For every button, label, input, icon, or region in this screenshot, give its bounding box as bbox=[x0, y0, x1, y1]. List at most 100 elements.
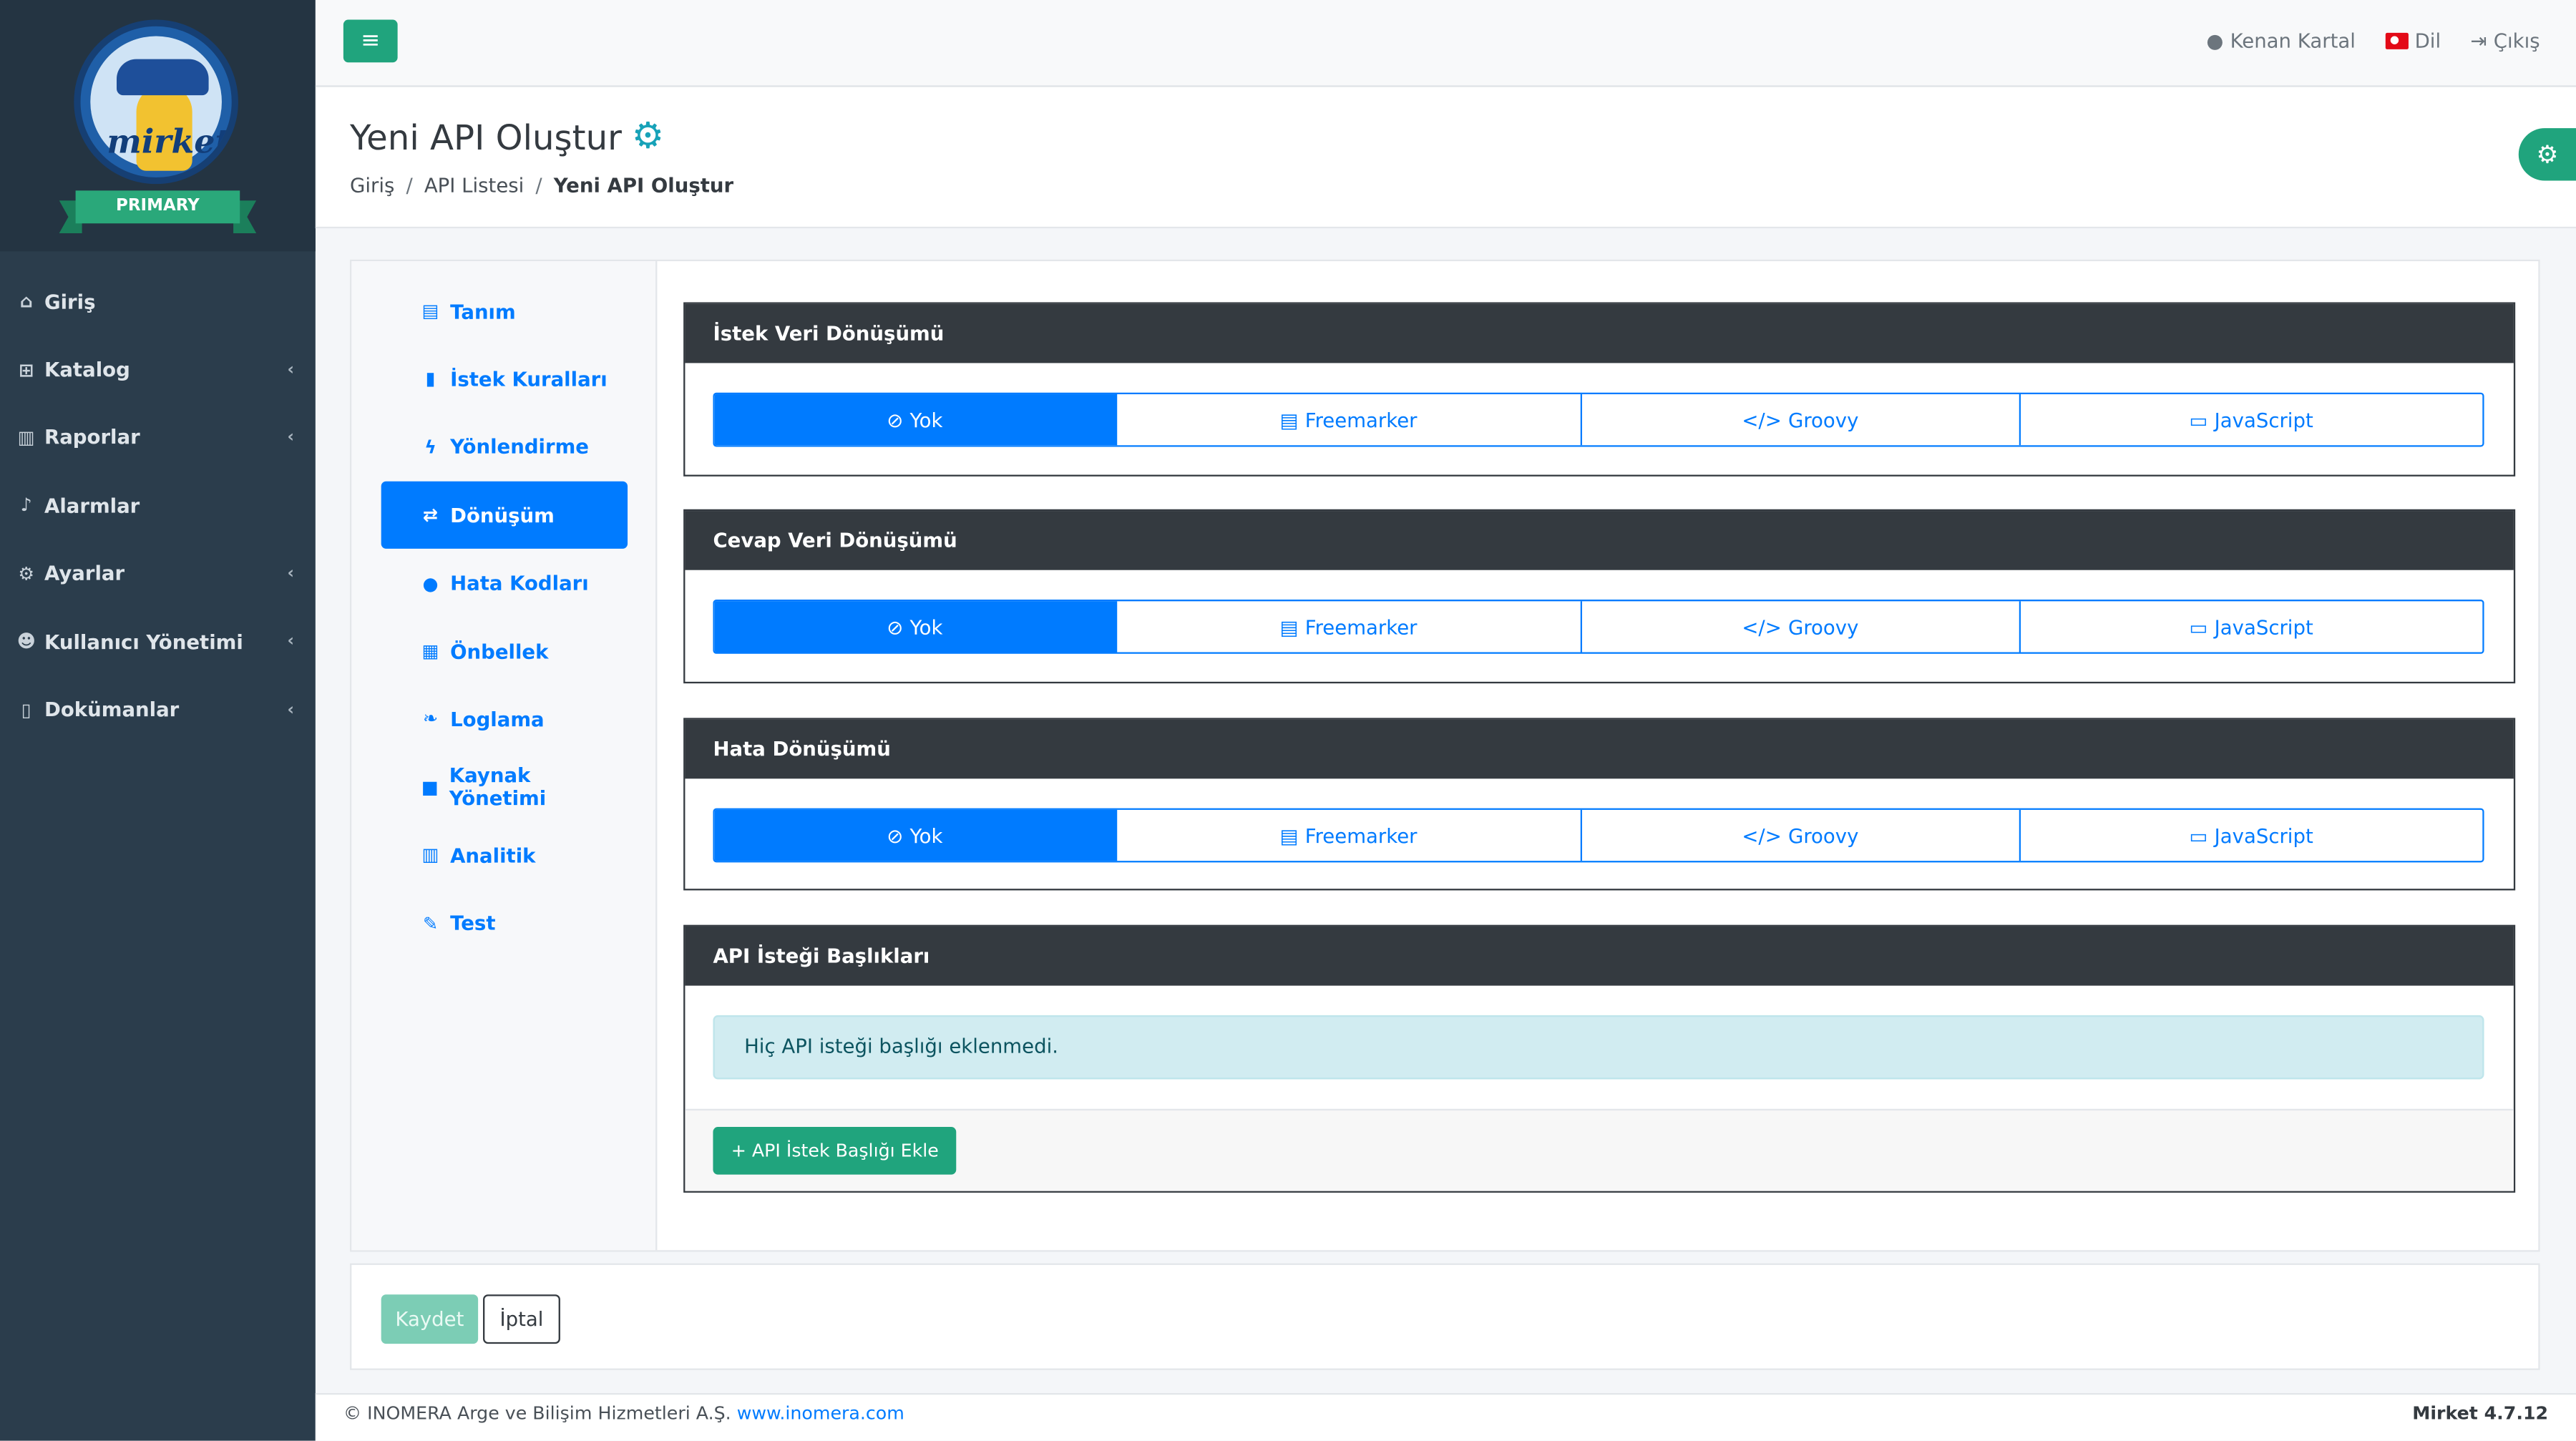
tab-onbellek[interactable]: ▦ Önbellek bbox=[381, 617, 628, 685]
tab-yonlendirme[interactable]: ϟ Yönlendirme bbox=[381, 414, 628, 481]
bell-icon: ♪ bbox=[20, 494, 32, 517]
bolt-icon: ϟ bbox=[424, 436, 436, 459]
code-icon: </> bbox=[1742, 824, 1782, 847]
home-icon: ⌂ bbox=[19, 290, 33, 313]
sidebar-item-label: Giriş bbox=[44, 290, 96, 313]
user-menu[interactable]: ● Kenan Kartal bbox=[2206, 29, 2356, 52]
chevron-left-icon: ‹ bbox=[287, 565, 294, 583]
chevron-left-icon: ‹ bbox=[287, 361, 294, 379]
tab-label: İstek Kuralları bbox=[450, 368, 608, 391]
sidebar-toggle-button[interactable]: ≡ bbox=[343, 19, 398, 63]
cogs-icon: ⚙ bbox=[18, 562, 35, 585]
option-javascript-button[interactable]: ▭ JavaScript bbox=[2019, 394, 2483, 446]
option-javascript-button[interactable]: ▭ JavaScript bbox=[2019, 601, 2483, 653]
tab-hata-kodlari[interactable]: ● Hata Kodları bbox=[381, 549, 628, 617]
company-link[interactable]: www.inomera.com bbox=[737, 1403, 904, 1425]
sidebar-item-dokumanlar[interactable]: ▯ Dokümanlar ‹ bbox=[0, 675, 316, 743]
tab-label: Önbellek bbox=[450, 640, 549, 663]
tab-loglama[interactable]: ❧ Loglama bbox=[381, 685, 628, 753]
language-label: Dil bbox=[2414, 29, 2441, 53]
exchange-icon: ⇄ bbox=[422, 504, 439, 527]
option-label: Groovy bbox=[1787, 824, 1859, 847]
tab-label: Tanım bbox=[450, 300, 516, 323]
tab-tanim[interactable]: ▤ Tanım bbox=[381, 278, 628, 345]
topbar-actions: ● Kenan Kartal Dil ⇥ Çıkış bbox=[2206, 29, 2540, 52]
option-freemarker-button[interactable]: ▤ Freemarker bbox=[1116, 394, 1583, 446]
code-icon: </> bbox=[1742, 408, 1782, 431]
cogs-icon: ⚙ bbox=[2536, 140, 2559, 170]
sidebar-nav: ⌂ Giriş ⊞ Katalog ‹ ▥ Raporlar ‹ ♪ Alarm… bbox=[0, 251, 316, 743]
cancel-button[interactable]: İptal bbox=[483, 1294, 560, 1344]
sidebar-item-ayarlar[interactable]: ⚙ Ayarlar ‹ bbox=[0, 539, 316, 607]
tab-label: Hata Kodları bbox=[450, 572, 589, 595]
ban-icon: ⊘ bbox=[887, 824, 904, 847]
option-label: JavaScript bbox=[2214, 408, 2313, 431]
settings-panel-toggle[interactable]: ⚙ bbox=[2518, 128, 2576, 181]
mirket-logo-icon: mirket bbox=[74, 19, 238, 185]
breadcrumb-current: Yeni API Oluştur bbox=[553, 174, 734, 197]
option-yok-button[interactable]: ⊘ Yok bbox=[714, 394, 1117, 446]
sidebar-item-giris[interactable]: ⌂ Giriş bbox=[0, 268, 316, 336]
response-transform-section: Cevap Veri Dönüşümü ⊘ Yok ▤ Freemarker </>… bbox=[683, 509, 2516, 684]
option-yok-button[interactable]: ⊘ Yok bbox=[714, 601, 1117, 653]
option-label: Freemarker bbox=[1304, 824, 1418, 847]
logout-link[interactable]: ⇥ Çıkış bbox=[2470, 29, 2540, 52]
ban-icon: ⊘ bbox=[887, 615, 904, 638]
app-version: Mirket 4.7.12 bbox=[2412, 1402, 2549, 1425]
sign-out-icon: ⇥ bbox=[2470, 29, 2487, 53]
option-label: Yok bbox=[909, 408, 943, 431]
laptop-code-icon: ▭ bbox=[2189, 824, 2208, 847]
id-card-icon: ▤ bbox=[421, 301, 439, 323]
option-groovy-button[interactable]: </> Groovy bbox=[1582, 394, 2020, 446]
form-tabs: ▤ Tanım ▮ İstek Kuralları ϟ Yönlendirme ⇄ Dö… bbox=[351, 261, 658, 1251]
tab-analitik[interactable]: ▥ Analitik bbox=[381, 821, 628, 889]
breadcrumb-separator: / bbox=[535, 174, 542, 197]
option-label: Freemarker bbox=[1304, 408, 1418, 431]
file-code-icon: ▤ bbox=[1279, 408, 1299, 431]
tab-label: Test bbox=[450, 912, 496, 935]
page-footer: © INOMERA Arge ve Bilişim Hizmetleri A.Ş… bbox=[315, 1393, 2576, 1441]
copyright: © INOMERA Arge ve Bilişim Hizmetleri A.Ş… bbox=[343, 1403, 904, 1425]
option-label: JavaScript bbox=[2214, 615, 2313, 638]
tab-label: Kaynak Yönetimi bbox=[449, 764, 547, 811]
chart-icon: ▥ bbox=[17, 426, 35, 449]
tab-donusum[interactable]: ⇄ Dönüşüm bbox=[381, 482, 628, 549]
tab-kaynak-yonetimi[interactable]: ■ Kaynak Yönetimi bbox=[381, 753, 628, 821]
tab-label: Analitik bbox=[450, 844, 536, 867]
sidebar-item-katalog[interactable]: ⊞ Katalog ‹ bbox=[0, 336, 316, 404]
breadcrumb: Giriş / API Listesi / Yeni API Oluştur bbox=[350, 174, 733, 197]
file-alt-icon: ▮ bbox=[425, 368, 436, 391]
option-javascript-button[interactable]: ▭ JavaScript bbox=[2019, 809, 2483, 861]
file-code-icon: ▤ bbox=[1279, 824, 1299, 847]
breadcrumb-giris[interactable]: Giriş bbox=[350, 174, 394, 197]
sidebar-item-label: Ayarlar bbox=[44, 562, 125, 585]
option-groovy-button[interactable]: </> Groovy bbox=[1582, 601, 2020, 653]
code-icon: </> bbox=[1742, 615, 1782, 638]
sidebar-item-label: Katalog bbox=[44, 358, 130, 381]
add-api-header-button[interactable]: + API İstek Başlığı Ekle bbox=[713, 1127, 957, 1175]
breadcrumb-api-listesi[interactable]: API Listesi bbox=[424, 174, 524, 197]
brand-logo[interactable]: mirket PRIMARY bbox=[0, 0, 316, 252]
user-icon: ● bbox=[2206, 29, 2224, 53]
sidebar-item-raporlar[interactable]: ▥ Raporlar ‹ bbox=[0, 404, 316, 472]
option-freemarker-button[interactable]: ▤ Freemarker bbox=[1116, 809, 1583, 861]
users-icon: ☻ bbox=[16, 630, 36, 653]
file-code-icon: ▤ bbox=[1279, 615, 1299, 638]
save-button[interactable]: Kaydet bbox=[381, 1294, 479, 1344]
form-actions: Kaydet İptal bbox=[350, 1263, 2540, 1370]
error-transform-options: ⊘ Yok ▤ Freemarker </> Groovy ▭ JavaScript bbox=[713, 808, 2484, 863]
sidebar-item-alarmlar[interactable]: ♪ Alarmlar bbox=[0, 472, 316, 539]
option-label: Freemarker bbox=[1304, 615, 1418, 638]
sidebar-item-label: Alarmlar bbox=[44, 494, 140, 517]
option-yok-button[interactable]: ⊘ Yok bbox=[714, 809, 1117, 861]
option-freemarker-button[interactable]: ▤ Freemarker bbox=[1116, 601, 1583, 653]
sidebar-item-kullanici-yonetimi[interactable]: ☻ Kullanıcı Yönetimi ‹ bbox=[0, 607, 316, 675]
tab-test[interactable]: ✎ Test bbox=[381, 889, 628, 957]
empty-headers-alert: Hiç API isteği başlığı eklenmedi. bbox=[713, 1015, 2484, 1080]
cogs-icon: ⚙ bbox=[631, 117, 665, 158]
language-menu[interactable]: Dil bbox=[2385, 29, 2441, 52]
tab-istek-kurallari[interactable]: ▮ İstek Kuralları bbox=[381, 346, 628, 413]
option-groovy-button[interactable]: </> Groovy bbox=[1582, 809, 2020, 861]
chevron-left-icon: ‹ bbox=[287, 700, 294, 719]
tab-label: Loglama bbox=[450, 708, 545, 731]
